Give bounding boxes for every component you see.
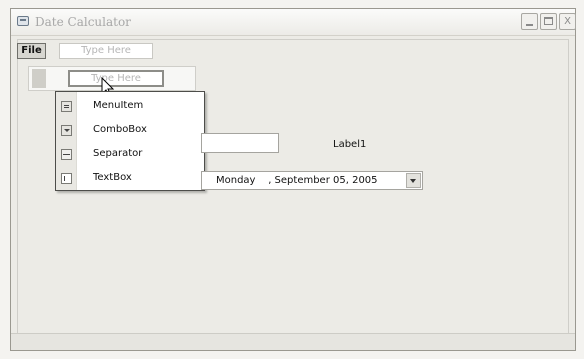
submenu-gutter <box>32 69 46 88</box>
maximize-button[interactable] <box>540 13 557 30</box>
dropdown-item-separator[interactable]: Separator <box>56 144 204 166</box>
file-menu[interactable]: File <box>17 43 46 59</box>
dropdown-item-textbox[interactable]: TextBox <box>56 168 204 190</box>
app-window: Date Calculator X File Type Here Type He… <box>10 8 576 351</box>
close-button[interactable]: X <box>559 13 576 30</box>
input-textbox[interactable] <box>201 133 279 153</box>
type-here-menu-top[interactable]: Type Here <box>59 43 153 59</box>
menu-item-icon <box>61 101 72 112</box>
add-item-dropdown: MenuItem ComboBox Separator TextBox <box>55 91 205 191</box>
combobox-icon <box>61 125 72 136</box>
textbox-icon <box>61 173 72 184</box>
dropdown-item-combobox[interactable]: ComboBox <box>56 120 204 142</box>
app-icon <box>17 16 29 26</box>
close-icon: X <box>564 16 571 27</box>
chevron-down-icon[interactable] <box>406 173 421 188</box>
dropdown-item-menuitem[interactable]: MenuItem <box>56 96 204 118</box>
minimize-button[interactable] <box>521 13 538 30</box>
maximize-icon <box>544 17 553 25</box>
dropdown-item-label: Separator <box>93 148 143 159</box>
dropdown-item-label: TextBox <box>93 172 132 183</box>
minimize-icon <box>526 24 533 26</box>
label1: Label1 <box>333 139 367 150</box>
dropdown-item-label: MenuItem <box>93 100 144 111</box>
dropdown-item-label: ComboBox <box>93 124 147 135</box>
title-bar[interactable]: Date Calculator X <box>11 9 576 36</box>
menu-strip: File Type Here <box>17 43 217 61</box>
date-value: Monday , September 05, 2005 <box>216 175 378 186</box>
type-here-submenu[interactable]: Type Here <box>68 70 164 87</box>
separator-icon <box>61 149 72 160</box>
status-bar <box>11 333 575 350</box>
window-title: Date Calculator <box>35 15 131 29</box>
date-picker[interactable]: Monday , September 05, 2005 <box>201 171 423 190</box>
